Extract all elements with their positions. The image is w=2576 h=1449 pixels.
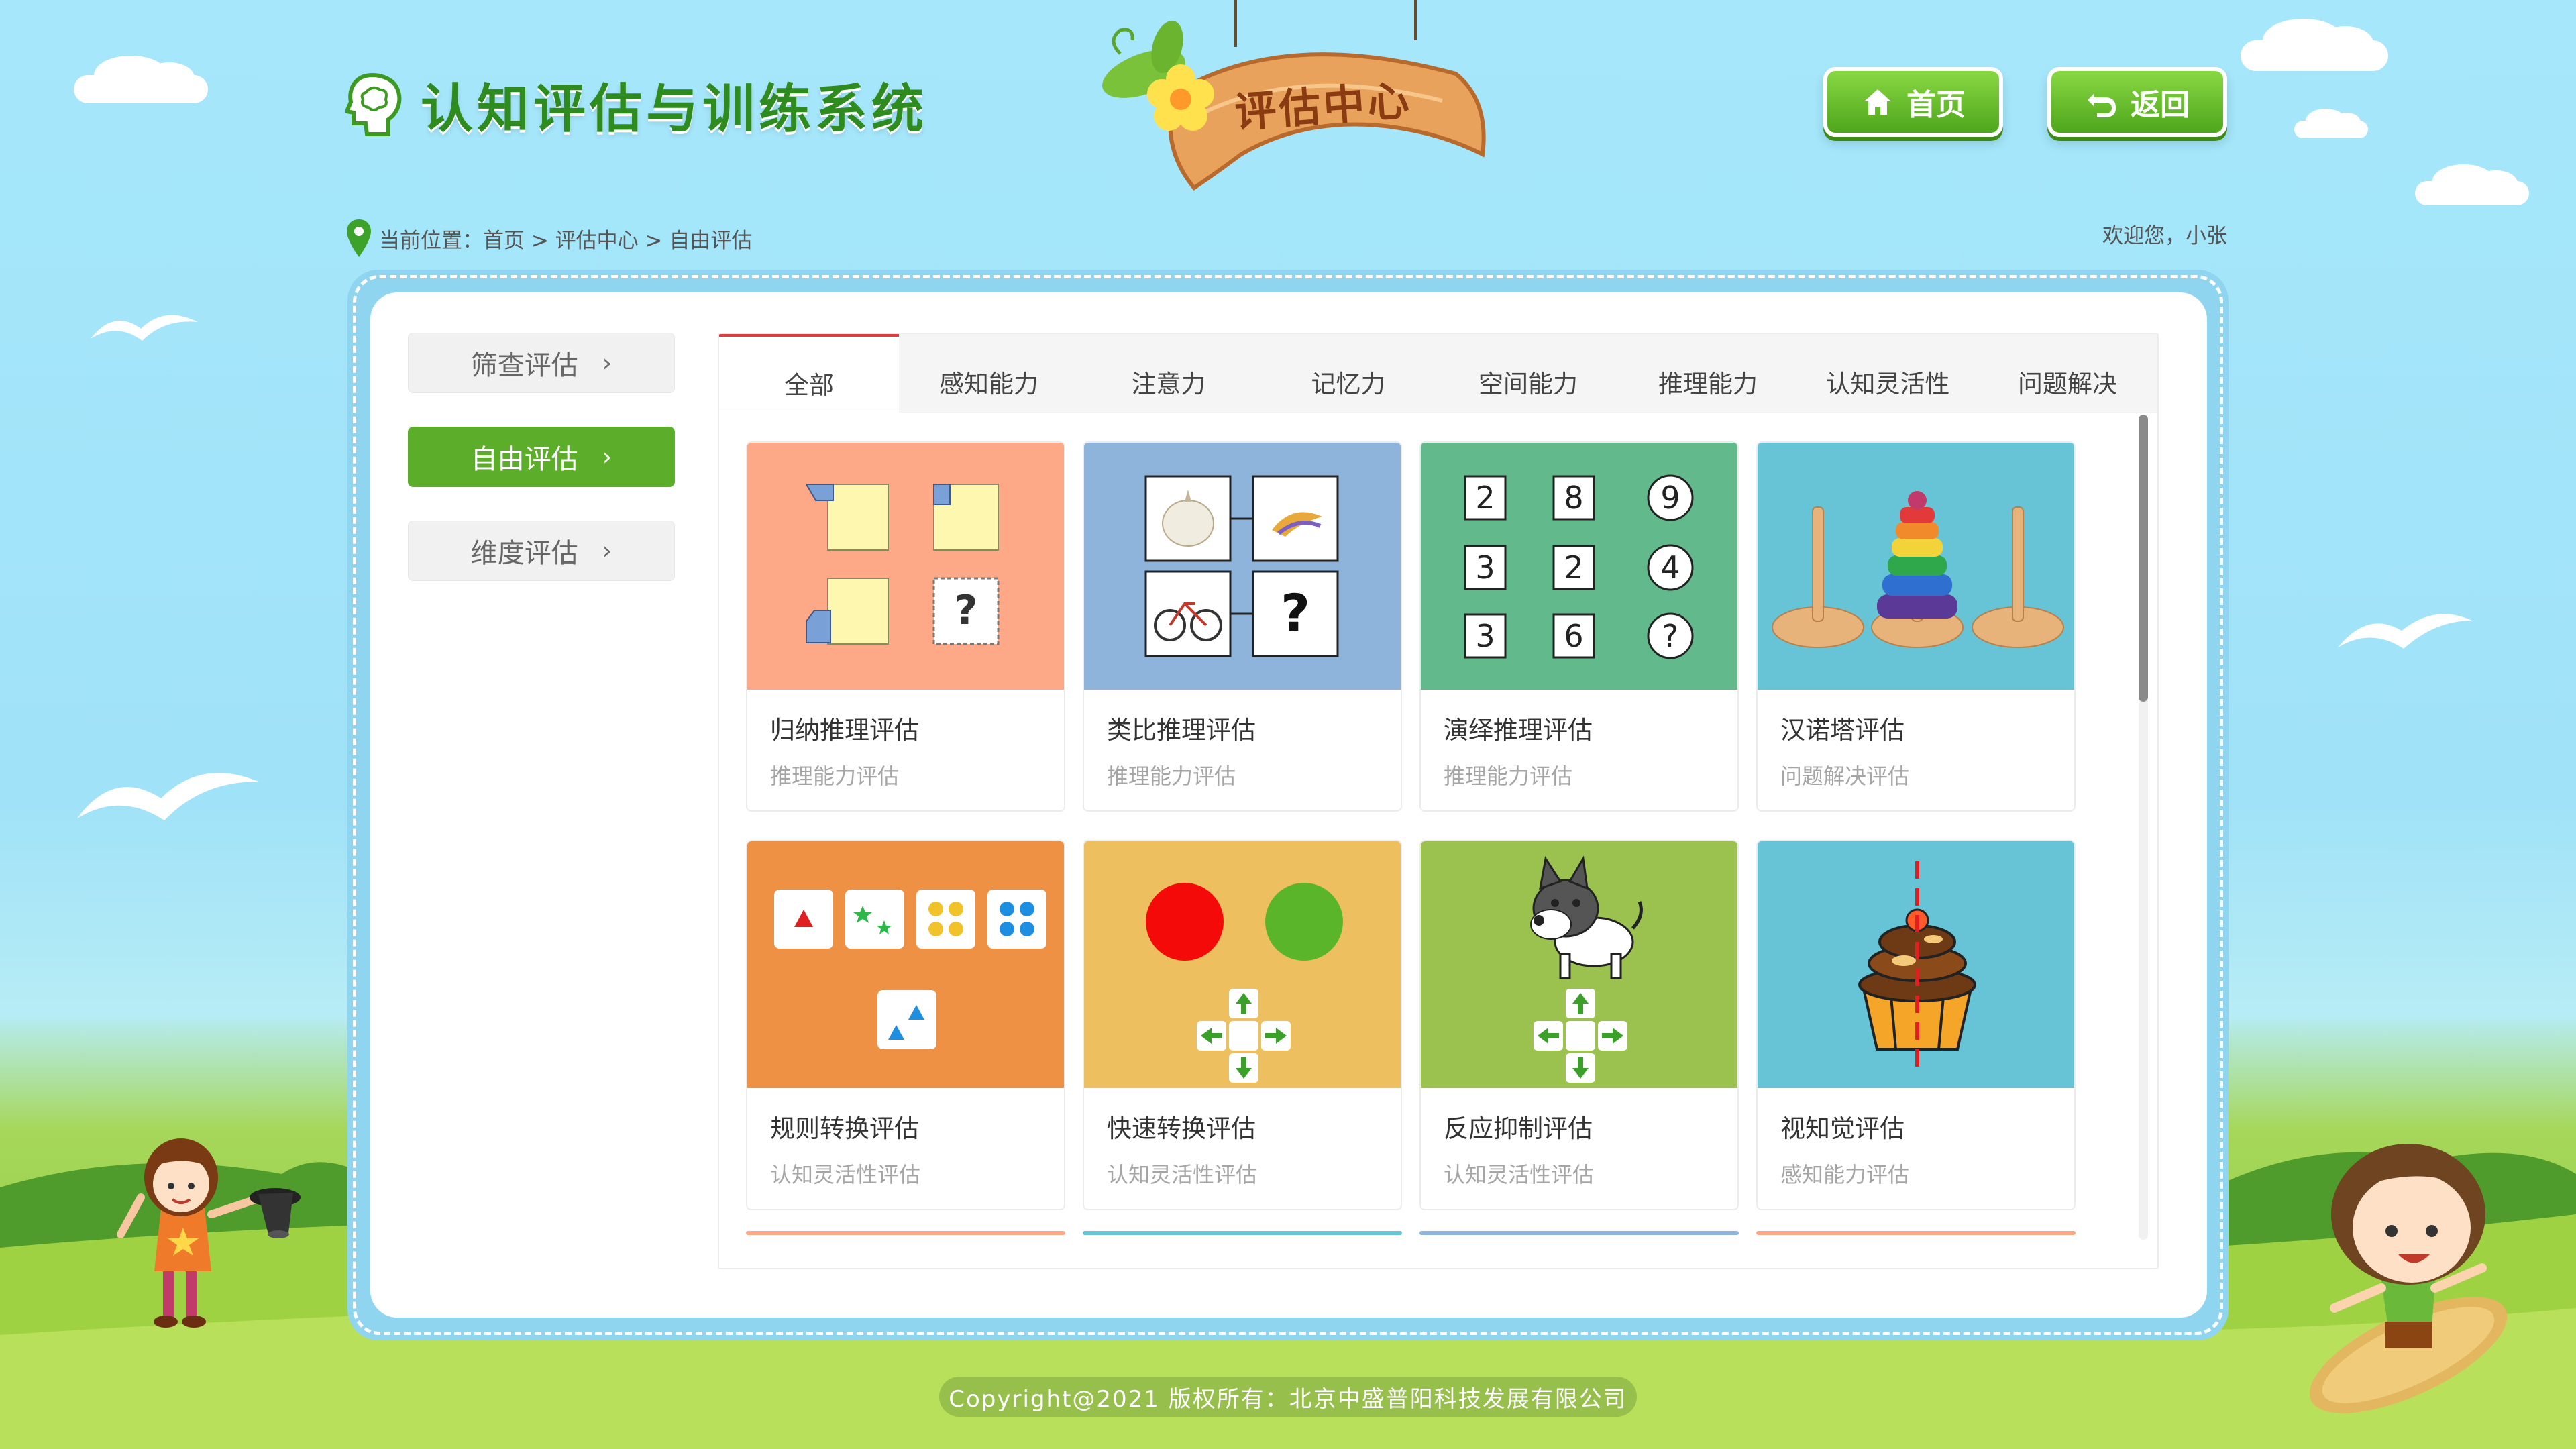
bird-decoration — [77, 773, 258, 820]
location-pin-icon — [347, 219, 371, 257]
bird-decoration — [91, 315, 198, 341]
assessment-grid: ? 归纳推理评估 推理能力评估 ? 类比推理评估 推理能力评估 2 3 3 8 … — [746, 441, 2076, 1210]
card-subtitle: 认知灵活性评估 — [1444, 1162, 1595, 1187]
assessment-card-rule-switch[interactable]: 规则转换评估 认知灵活性评估 — [746, 840, 1065, 1210]
svg-text:?: ? — [955, 587, 978, 634]
svg-text:3: 3 — [1475, 549, 1495, 586]
svg-text:?: ? — [1662, 618, 1678, 654]
card-peek — [1756, 1231, 2076, 1235]
card-thumbnail — [1758, 443, 2074, 690]
card-title: 快速转换评估 — [1107, 1114, 1256, 1143]
welcome-text: 欢迎您，小张 — [2102, 224, 2227, 248]
back-arrow-icon — [2088, 93, 2116, 117]
assessment-card-visual[interactable]: 视知觉评估 感知能力评估 — [1756, 840, 2076, 1210]
svg-text:2: 2 — [1564, 549, 1583, 586]
app-title: 认知评估与训练系统 — [345, 67, 928, 142]
sidebar-item-free[interactable]: 自由评估 › — [408, 427, 675, 487]
card-peek — [1083, 1231, 1402, 1235]
card-title: 规则转换评估 — [770, 1114, 919, 1143]
card-title: 视知觉评估 — [1780, 1114, 1904, 1143]
tab-attention[interactable]: 注意力 — [1079, 334, 1258, 413]
card-subtitle: 推理能力评估 — [1107, 763, 1236, 789]
card-subtitle: 感知能力评估 — [1780, 1162, 1910, 1187]
assessment-card-analogy[interactable]: ? 类比推理评估 推理能力评估 — [1083, 441, 1402, 812]
svg-text:?: ? — [1281, 583, 1310, 643]
assessment-card-hanoi[interactable]: 汉诺塔评估 问题解决评估 — [1756, 441, 2076, 812]
card-thumbnail: ? — [1084, 443, 1401, 690]
content-scrollbar[interactable] — [2139, 415, 2148, 1240]
card-peek — [1419, 1231, 1739, 1235]
assessment-type-sidebar: 筛查评估 › 自由评估 › 维度评估 › — [408, 333, 675, 614]
card-peek — [746, 1231, 1065, 1235]
tab-reasoning[interactable]: 推理能力 — [1618, 334, 1798, 413]
assessment-card-deductive[interactable]: 2 3 3 8 2 6 9 4 ? 演绎推理评估 推理能力评估 — [1419, 441, 1739, 812]
svg-text:2: 2 — [1475, 480, 1495, 516]
cloud-decoration — [2294, 108, 2368, 138]
card-thumbnail: 2 3 3 8 2 6 9 4 ? — [1421, 443, 1737, 690]
card-thumbnail — [747, 841, 1064, 1088]
card-thumbnail — [1084, 841, 1401, 1088]
chevron-right-icon: › — [602, 443, 612, 471]
home-button-label: 首页 — [1907, 88, 1966, 122]
sidebar-item-screening[interactable]: 筛查评估 › — [408, 333, 675, 393]
sidebar-item-dimension[interactable]: 维度评估 › — [408, 521, 675, 581]
svg-text:4: 4 — [1660, 549, 1680, 586]
cloud-decoration — [2415, 164, 2529, 205]
chevron-right-icon: › — [602, 537, 612, 565]
card-title: 汉诺塔评估 — [1780, 716, 1904, 745]
back-button[interactable]: 返回 — [2047, 67, 2227, 137]
card-thumbnail: ? — [747, 443, 1064, 690]
scrollbar-thumb[interactable] — [2139, 415, 2148, 702]
card-title: 演绎推理评估 — [1444, 716, 1593, 745]
assessment-card-inhibition[interactable]: 反应抑制评估 认知灵活性评估 — [1419, 840, 1739, 1210]
card-subtitle: 认知灵活性评估 — [1107, 1162, 1258, 1187]
tab-perception[interactable]: 感知能力 — [899, 334, 1079, 413]
card-thumbnail — [1421, 841, 1737, 1088]
sidebar-item-label: 维度评估 — [470, 538, 578, 569]
assessment-content: 全部 感知能力 注意力 记忆力 空间能力 推理能力 认知灵活性 问题解决 ? 归… — [718, 333, 2159, 1269]
breadcrumb-text: 当前位置：首页 > 评估中心 > 自由评估 — [379, 228, 753, 253]
card-thumbnail — [1758, 841, 2074, 1088]
svg-text:3: 3 — [1475, 618, 1495, 654]
svg-text:8: 8 — [1564, 480, 1583, 516]
cloud-decoration — [2241, 18, 2388, 71]
breadcrumb: 当前位置：首页 > 评估中心 > 自由评估 — [345, 218, 752, 258]
home-icon — [1864, 89, 1891, 115]
card-subtitle: 推理能力评估 — [1444, 763, 1573, 789]
sidebar-item-label: 筛查评估 — [470, 350, 578, 381]
category-tabs: 全部 感知能力 注意力 记忆力 空间能力 推理能力 认知灵活性 问题解决 — [719, 334, 2157, 413]
home-button[interactable]: 首页 — [1823, 67, 2003, 137]
tab-problem-solving[interactable]: 问题解决 — [1978, 334, 2157, 413]
tab-spatial[interactable]: 空间能力 — [1438, 334, 1618, 413]
tab-all[interactable]: 全部 — [719, 334, 899, 413]
card-title: 归纳推理评估 — [770, 716, 919, 745]
copyright-footer: Copyright@2021 版权所有：北京中盛普阳科技发展有限公司 — [939, 1377, 1637, 1417]
cloud-decoration — [74, 55, 208, 103]
assessment-center-sign-text: 评估中心 — [1233, 75, 1413, 138]
card-title: 反应抑制评估 — [1444, 1114, 1593, 1143]
assessment-card-inductive[interactable]: ? 归纳推理评估 推理能力评估 — [746, 441, 1065, 812]
card-subtitle: 推理能力评估 — [770, 763, 900, 789]
card-title: 类比推理评估 — [1107, 716, 1256, 745]
app-title-text: 认知评估与训练系统 — [421, 79, 928, 140]
svg-text:9: 9 — [1660, 480, 1680, 516]
card-subtitle: 问题解决评估 — [1780, 763, 1910, 789]
back-button-label: 返回 — [2131, 88, 2190, 122]
tab-memory[interactable]: 记忆力 — [1258, 334, 1438, 413]
boy-illustration — [2309, 1144, 2508, 1413]
bird-decoration — [2338, 614, 2472, 649]
girl-illustration — [117, 1138, 301, 1328]
assessment-card-quick-switch[interactable]: 快速转换评估 认知灵活性评估 — [1083, 840, 1402, 1210]
svg-text:6: 6 — [1564, 618, 1583, 654]
brain-head-icon — [345, 72, 402, 136]
chevron-right-icon: › — [602, 349, 612, 377]
card-subtitle: 认知灵活性评估 — [770, 1162, 921, 1187]
tab-flexibility[interactable]: 认知灵活性 — [1798, 334, 1978, 413]
sidebar-item-label: 自由评估 — [470, 444, 578, 475]
